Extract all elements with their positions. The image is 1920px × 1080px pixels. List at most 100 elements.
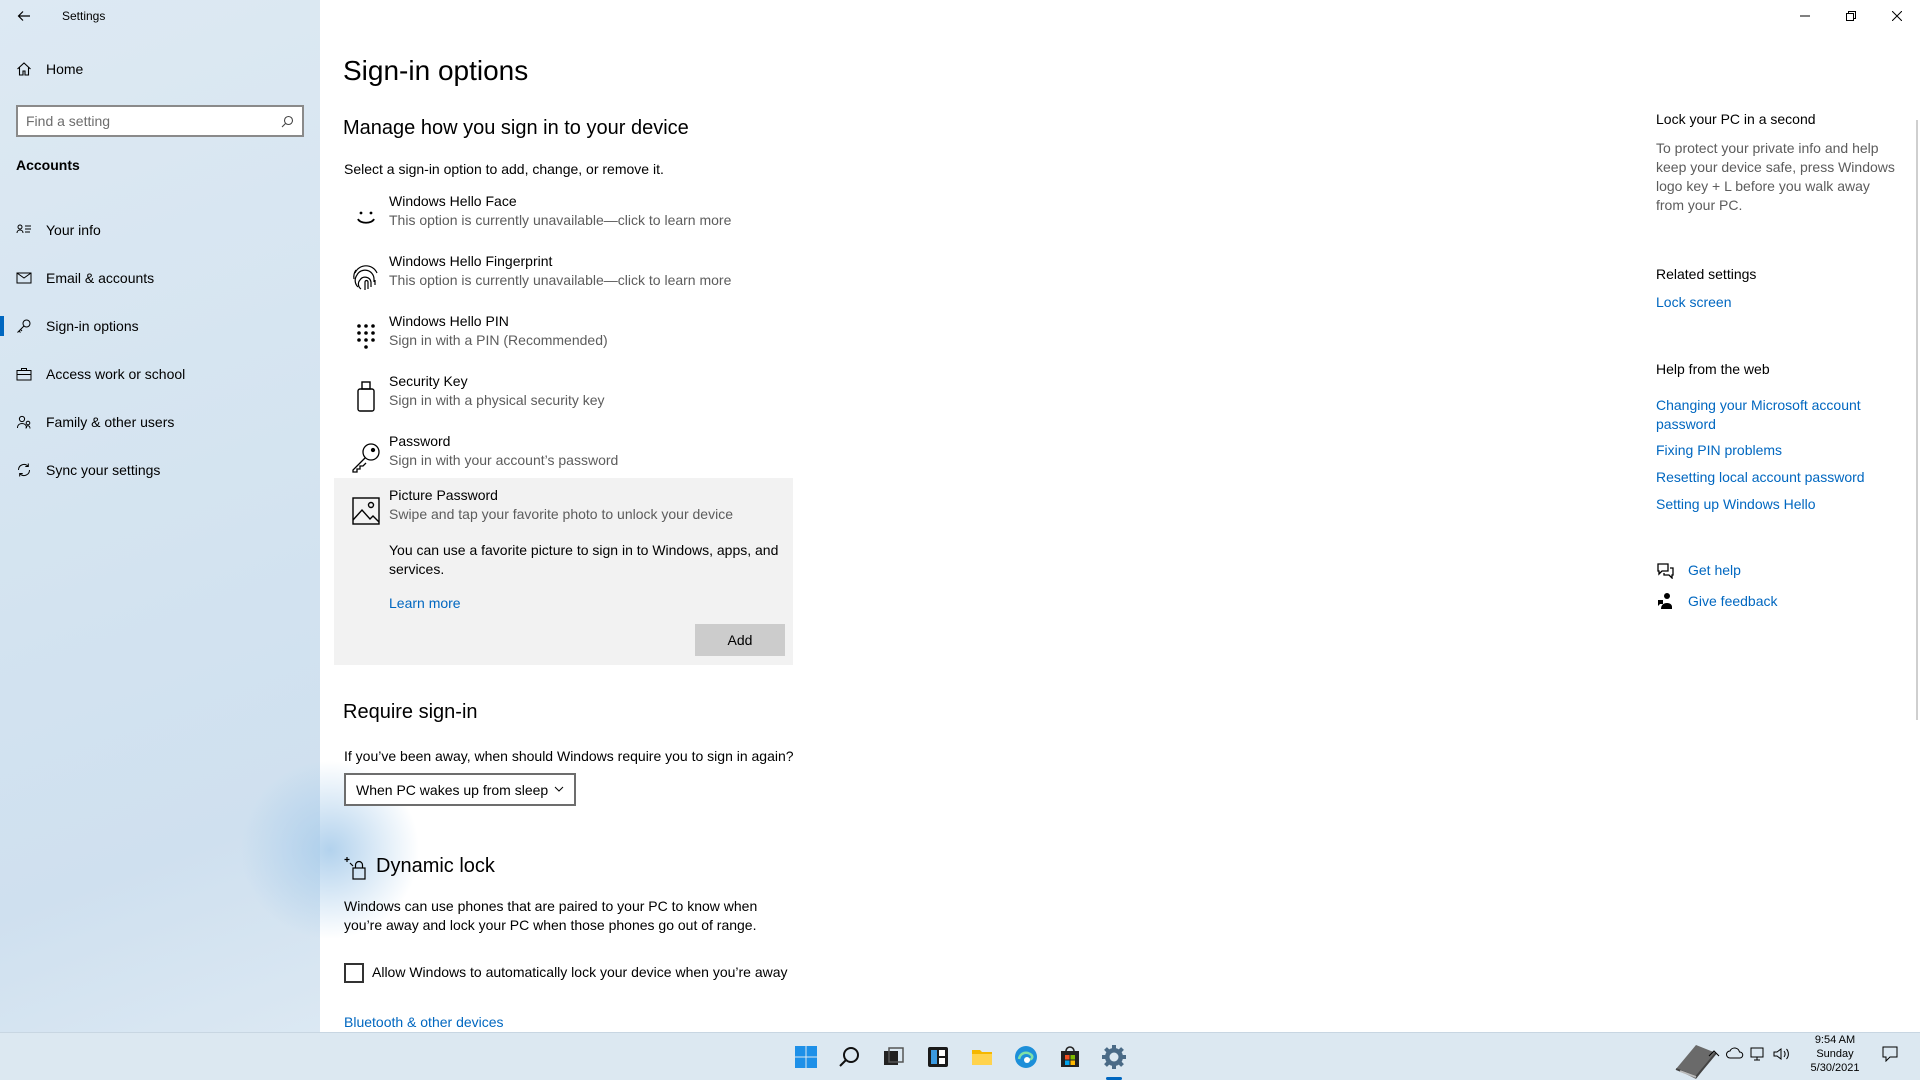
title-bar: Settings [0,0,320,32]
give-feedback-link[interactable]: Give feedback [1688,592,1778,611]
mail-icon [16,270,32,286]
password-key-icon [350,430,382,484]
lock-pc-heading: Lock your PC in a second [1656,111,1816,127]
dynamic-lock-icon [344,855,368,881]
home-icon [16,61,32,77]
page-title: Sign-in options [343,55,529,86]
dynamic-lock-checkbox-label[interactable]: Allow Windows to automatically lock your… [372,964,788,980]
file-explorer-icon[interactable] [966,1041,998,1073]
clock-time: 9:54 AM [1814,1034,1856,1046]
sidebar-item-sync-settings[interactable]: Sync your settings [0,446,320,494]
search-box[interactable] [16,105,304,137]
app-title: Settings [62,9,106,23]
option-subtitle: Sign in with your account’s password [389,452,619,468]
volume-icon[interactable] [1772,1047,1790,1061]
help-link-setup-hello[interactable]: Setting up Windows Hello [1656,495,1816,514]
option-picture-password[interactable]: Picture Password Swipe and tap your favor… [343,478,793,538]
sidebar-nav: Your info Email & accounts Sign-in optio… [0,206,320,494]
learn-more-link[interactable]: Learn more [389,595,461,611]
option-subtitle: Sign in with a physical security key [389,392,605,408]
edge-icon[interactable] [1010,1041,1042,1073]
manage-heading: Manage how you sign in to your device [343,117,689,139]
close-icon[interactable] [1874,0,1920,32]
dynamic-lock-checkbox[interactable] [344,963,364,983]
network-icon[interactable] [1750,1047,1766,1061]
sidebar-item-label: Sync your settings [46,462,161,478]
option-hello-pin[interactable]: Windows Hello PIN Sign in with a PIN (Rec… [343,304,793,364]
option-title: Password [389,433,451,449]
taskbar-clock[interactable]: 9:54 AM Sunday 5/30/2021 [1795,1033,1875,1075]
search-input[interactable] [26,113,281,129]
dropdown-value: When PC wakes up from sleep [356,781,549,798]
sidebar-item-email-accounts[interactable]: Email & accounts [0,254,320,302]
help-link-change-password[interactable]: Changing your Microsoft account password [1656,396,1886,434]
option-password[interactable]: Password Sign in with your account’s pass… [343,424,793,484]
get-help-link[interactable]: Get help [1688,561,1741,580]
key-icon [16,318,32,334]
option-subtitle: Sign in with a PIN (Recommended) [389,332,608,348]
settings-icon[interactable] [1098,1041,1130,1073]
option-title: Windows Hello PIN [389,313,509,329]
help-link-fixing-pin[interactable]: Fixing PIN problems [1656,441,1782,460]
picture-password-panel: Picture Password Swipe and tap your favor… [334,478,793,665]
fingerprint-icon [350,250,382,304]
option-subtitle: This option is currently unavailable—cli… [389,212,732,228]
sidebar-item-sign-in-options[interactable]: Sign-in options [0,302,320,350]
cloud-icon[interactable] [1726,1047,1744,1059]
scrollbar[interactable] [1916,120,1918,720]
bluetooth-devices-link[interactable]: Bluetooth & other devices [344,1014,504,1030]
restore-icon[interactable] [1828,0,1874,32]
search-icon[interactable] [281,115,294,128]
nav-home[interactable]: Home [16,61,83,77]
face-icon [353,190,379,244]
chevron-down-icon [554,785,564,793]
option-security-key[interactable]: Security Key Sign in with a physical secu… [343,364,793,424]
lock-screen-link[interactable]: Lock screen [1656,293,1731,312]
nav-home-label: Home [46,61,84,77]
related-settings-heading: Related settings [1656,266,1757,282]
option-title: Windows Hello Fingerprint [389,253,553,269]
search-icon[interactable] [834,1041,866,1073]
book-watermark-icon [1670,1039,1724,1080]
task-view-icon[interactable] [877,1041,909,1073]
get-help-icon [1656,561,1674,579]
minimize-icon[interactable] [1782,0,1828,32]
sidebar-section-accounts: Accounts [16,157,80,173]
help-link-reset-password[interactable]: Resetting local account password [1656,468,1865,487]
sidebar-item-label: Email & accounts [46,270,155,286]
windows-start-icon[interactable] [790,1041,822,1073]
window-controls [1782,0,1920,32]
help-web-heading: Help from the web [1656,361,1770,377]
require-signin-description: If you’ve been away, when should Windows… [344,748,794,764]
option-subtitle: Swipe and tap your favorite photo to unl… [389,506,733,522]
sidebar-item-label: Family & other users [46,414,175,430]
require-signin-heading: Require sign-in [343,701,478,723]
sidebar-item-access-work[interactable]: Access work or school [0,350,320,398]
sidebar-item-your-info[interactable]: Your info [0,206,320,254]
clock-day: Sunday [1816,1048,1854,1060]
sidebar-item-label: Sign-in options [46,318,139,334]
give-feedback-icon [1656,592,1674,610]
picture-password-description: You can use a favorite picture to sign i… [389,542,779,577]
dynamic-lock-description: Windows can use phones that are paired t… [344,898,758,933]
option-title: Picture Password [389,487,498,503]
chevron-up-icon[interactable] [1708,1049,1720,1057]
add-button[interactable]: Add [695,624,785,656]
usb-key-icon [354,370,378,424]
clock-date: 5/30/2021 [1810,1062,1860,1074]
sidebar: Settings Home Accounts Your info Email &… [0,0,420,1032]
sidebar-item-family-users[interactable]: Family & other users [0,398,320,446]
option-hello-fingerprint[interactable]: Windows Hello Fingerprint This option is … [343,244,793,304]
dynamic-lock-heading: Dynamic lock [376,855,495,877]
widgets-icon[interactable] [922,1041,954,1073]
manage-description: Select a sign-in option to add, change, … [344,161,664,177]
sidebar-item-label: Your info [46,222,101,238]
sync-icon [16,462,32,478]
notification-icon[interactable] [1882,1046,1898,1062]
option-hello-face[interactable]: Windows Hello Face This option is current… [343,184,793,244]
store-icon[interactable] [1054,1041,1086,1073]
people-icon [16,414,32,430]
briefcase-icon [16,366,32,382]
require-signin-dropdown[interactable]: When PC wakes up from sleep [344,773,576,806]
back-arrow-icon[interactable] [12,4,36,28]
